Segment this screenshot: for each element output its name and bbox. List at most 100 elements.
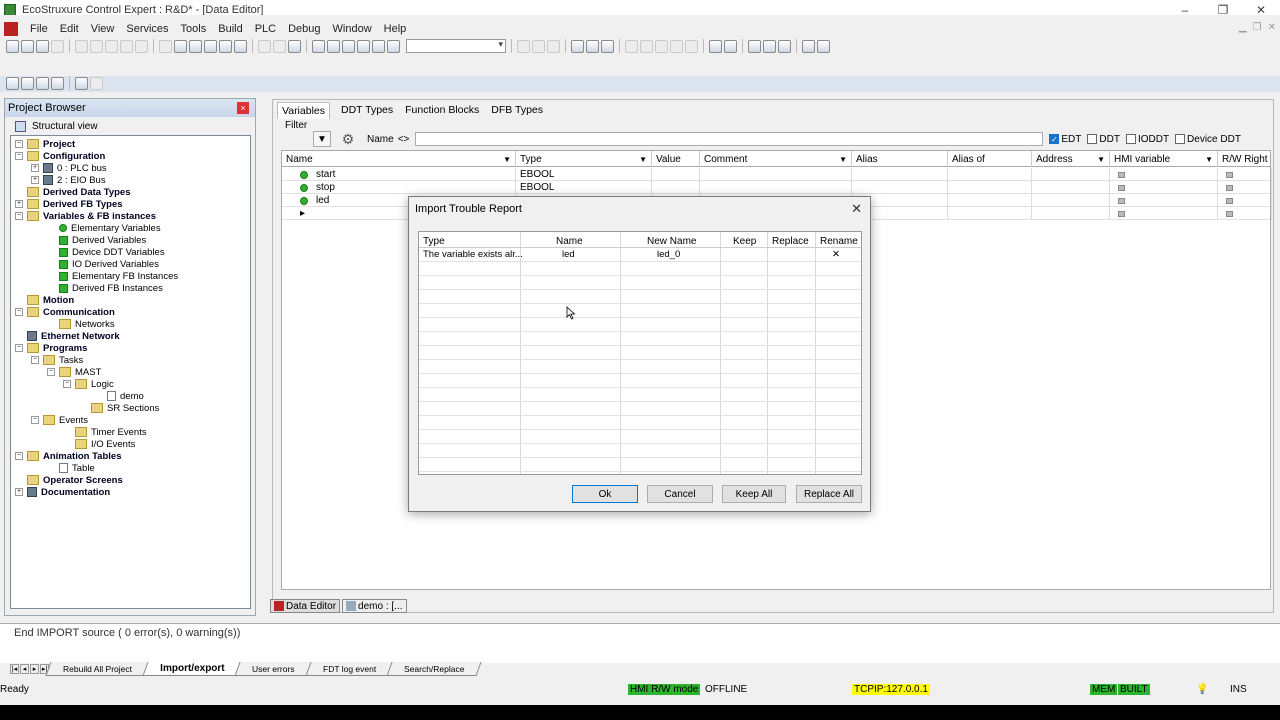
hmi-checkbox[interactable] — [1118, 171, 1125, 178]
chevron-down-icon[interactable]: ▼ — [639, 155, 647, 164]
tab-dfb-types[interactable]: DFB Types — [490, 102, 544, 119]
mdi-minimize-icon[interactable]: ▁ — [1239, 22, 1247, 33]
checkbox-device-ddt-box[interactable] — [1175, 134, 1186, 144]
tree-item[interactable]: − Logic — [63, 378, 114, 390]
collapse-icon[interactable]: − — [63, 380, 71, 388]
menu-edit[interactable]: Edit — [54, 23, 85, 35]
table-cell[interactable] — [652, 181, 700, 194]
table-cell[interactable] — [1218, 194, 1272, 207]
tree-item[interactable]: − Variables & FB instances — [15, 210, 156, 222]
plc-6-icon[interactable] — [601, 39, 614, 53]
name-arrows[interactable]: <> — [398, 134, 410, 145]
table-cell[interactable] — [1110, 207, 1218, 220]
tree-item[interactable]: Networks — [47, 318, 115, 330]
checkbox-ioddt[interactable]: IODDT — [1125, 134, 1169, 145]
mdi-restore-icon[interactable]: ❐ — [1253, 22, 1262, 33]
tree-item[interactable]: + Derived FB Types — [15, 198, 123, 210]
toolbar-combo[interactable] — [406, 39, 506, 53]
hmi-checkbox[interactable] — [1118, 197, 1125, 204]
zoom-icon[interactable] — [75, 76, 88, 90]
tree-item[interactable]: Derived Data Types — [15, 186, 130, 198]
table-cell[interactable] — [948, 194, 1032, 207]
mdi-close-icon[interactable]: ✕ — [1268, 22, 1276, 33]
tree-item[interactable]: Table — [47, 462, 95, 474]
rw-checkbox[interactable] — [1226, 184, 1233, 191]
chevron-down-icon[interactable]: ▼ — [839, 155, 847, 164]
help-icon[interactable] — [802, 39, 815, 53]
checkbox-ioddt-box[interactable] — [1125, 134, 1136, 144]
tab-fdt-log-event[interactable]: FDT log event — [305, 662, 394, 676]
screen-icon[interactable] — [219, 39, 232, 53]
debug-1-icon[interactable] — [625, 39, 638, 53]
table-cell[interactable] — [1032, 181, 1110, 194]
plc-2-icon[interactable] — [532, 39, 545, 53]
filter-icon[interactable]: ▼ — [313, 131, 331, 147]
next-tab-icon[interactable]: ▸ — [30, 664, 39, 674]
gear-icon[interactable]: ⚙ — [339, 131, 357, 147]
build-icon[interactable] — [258, 39, 271, 53]
zoom-dropdown-icon[interactable] — [90, 76, 103, 90]
structural-view[interactable]: Structural view — [9, 119, 253, 133]
tab-rebuild-all-project[interactable]: Rebuild All Project — [45, 662, 150, 676]
table-cell[interactable] — [652, 168, 700, 181]
checkbox-device-ddt[interactable]: Device DDT — [1175, 134, 1241, 145]
tree-item[interactable]: − Communication — [15, 306, 115, 318]
keep-all-button[interactable]: Keep All — [722, 485, 786, 503]
layout-3-icon[interactable] — [778, 39, 791, 53]
hmi-checkbox[interactable] — [1118, 184, 1125, 191]
table-cell[interactable] — [1218, 168, 1272, 181]
table-cell[interactable] — [852, 181, 948, 194]
print-preview-icon[interactable] — [234, 39, 247, 53]
menu-view[interactable]: View — [85, 23, 121, 35]
debug-3-icon[interactable] — [655, 39, 668, 53]
redo-icon[interactable] — [135, 39, 148, 53]
collapse-icon[interactable]: − — [31, 416, 39, 424]
chevron-down-icon[interactable]: ▼ — [1097, 155, 1105, 164]
browse-icon[interactable] — [204, 39, 217, 53]
debug-2-icon[interactable] — [640, 39, 653, 53]
table-cell[interactable] — [700, 181, 852, 194]
table-cell[interactable]: start — [282, 168, 516, 181]
col-rw-right[interactable]: R/W Right — [1218, 151, 1272, 167]
tree-item[interactable]: +2 : EIO Bus — [31, 174, 106, 186]
tree-item[interactable]: I/O Events — [63, 438, 135, 450]
dialog-close-icon[interactable]: ✕ — [851, 201, 862, 217]
browser-2-icon[interactable] — [21, 76, 34, 90]
col-address[interactable]: Address ▼ — [1032, 151, 1110, 167]
row-new-name[interactable]: led_0 — [657, 249, 680, 260]
tree-item[interactable]: − MAST — [47, 366, 101, 378]
collapse-icon[interactable]: − — [31, 356, 39, 364]
tree-item[interactable]: − Tasks — [31, 354, 83, 366]
table-cell[interactable]: stop — [282, 181, 516, 194]
chevron-down-icon[interactable]: ▼ — [1205, 155, 1213, 164]
table-row[interactable]: stop EBOOL — [282, 181, 1272, 194]
table-cell[interactable] — [948, 181, 1032, 194]
checkbox-ddt[interactable]: DDT — [1087, 134, 1120, 145]
rw-checkbox[interactable] — [1226, 171, 1233, 178]
tree-item[interactable]: Elementary Variables — [47, 222, 161, 234]
table-cell[interactable] — [1218, 207, 1272, 220]
view-1-icon[interactable] — [312, 39, 325, 53]
browser-3-icon[interactable] — [36, 76, 49, 90]
tree-item[interactable]: Device DDT Variables — [47, 246, 165, 258]
expand-icon[interactable]: + — [31, 164, 39, 172]
tree-item[interactable]: − Events — [31, 414, 88, 426]
plc-5-icon[interactable] — [586, 39, 599, 53]
checkbox-ddt-box[interactable] — [1087, 134, 1098, 144]
tree-item[interactable]: − Animation Tables — [15, 450, 121, 462]
tree-item[interactable]: Derived Variables — [47, 234, 146, 246]
cut-icon[interactable] — [90, 39, 103, 53]
menu-help[interactable]: Help — [378, 23, 413, 35]
menu-services[interactable]: Services — [120, 23, 174, 35]
table-cell[interactable] — [1110, 181, 1218, 194]
undo-icon[interactable] — [120, 39, 133, 53]
tab-ddt-types[interactable]: DDT Types — [340, 102, 394, 119]
tree-item[interactable]: demo — [95, 390, 144, 402]
col-alias[interactable]: Alias — [852, 151, 948, 167]
table-row[interactable]: start EBOOL — [282, 168, 1272, 181]
plc-3-icon[interactable] — [547, 39, 560, 53]
menu-file[interactable]: File — [24, 23, 54, 35]
view-5-icon[interactable] — [372, 39, 385, 53]
hmi-checkbox[interactable] — [1118, 210, 1125, 217]
tree-item[interactable]: + Documentation — [15, 486, 110, 498]
